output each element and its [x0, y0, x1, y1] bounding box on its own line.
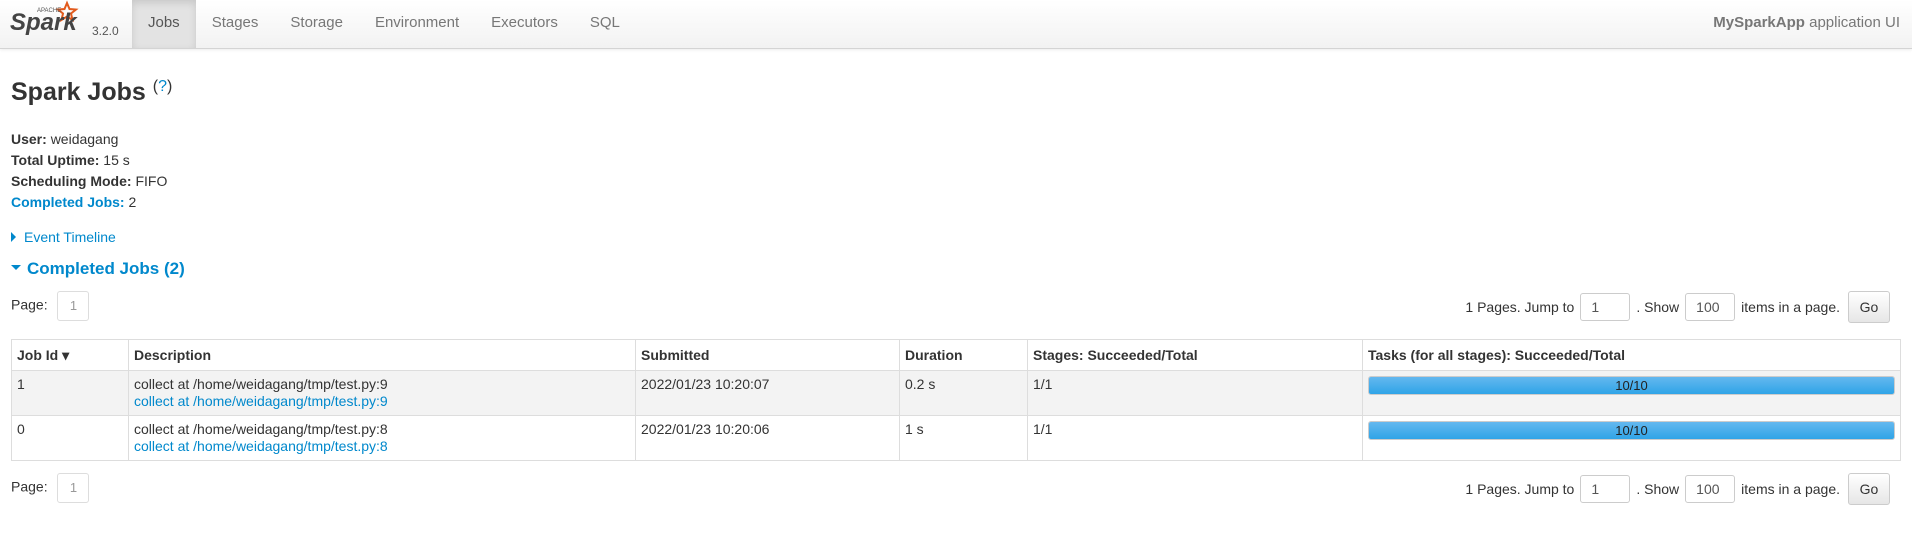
cell-description: collect at /home/weidagang/tmp/test.py:9… — [128, 370, 636, 416]
completed-jobs-title: Completed Jobs (2) — [27, 259, 185, 278]
jump-to-page-input[interactable] — [1580, 293, 1631, 321]
completed-jobs-link[interactable]: Completed Jobs: — [11, 194, 125, 210]
cell-stages: 1/1 — [1027, 370, 1363, 416]
help-tooltip: (?) — [153, 78, 173, 95]
uptime-value: 15 s — [103, 152, 130, 168]
progress-label: 10/10 — [1615, 423, 1648, 438]
help-close-paren: ) — [166, 78, 173, 95]
app-suffix: application UI — [1804, 14, 1900, 31]
progress-label: 10/10 — [1615, 378, 1648, 393]
cell-tasks: 10/10 — [1362, 415, 1901, 461]
cell-description: collect at /home/weidagang/tmp/test.py:8… — [128, 415, 636, 461]
main-content: Spark Jobs (?) User: weidagang Total Upt… — [11, 78, 1901, 507]
table-header-row: Job Id ▾ Description Submitted Duration … — [11, 339, 1901, 371]
pages-text: 1 Pages. Jump to — [1465, 299, 1575, 315]
scheduling-value: FIFO — [135, 173, 168, 189]
items-text: items in a page. — [1741, 299, 1840, 315]
uptime-label: Total Uptime: — [11, 152, 100, 168]
page-label: Page: — [11, 478, 48, 495]
tab-stages[interactable]: Stages — [196, 0, 275, 48]
cell-job-id: 1 — [11, 370, 129, 416]
header-submitted[interactable]: Submitted — [635, 339, 900, 371]
app-title: MySparkApp application UI — [1713, 0, 1900, 46]
header-job-id[interactable]: Job Id ▾ — [11, 339, 129, 371]
spark-version: 3.2.0 — [92, 24, 119, 38]
job-description-text: collect at /home/weidagang/tmp/test.py:8 — [134, 421, 388, 437]
completed-jobs-toggle[interactable]: Completed Jobs (2) — [11, 259, 1901, 279]
page-size-input[interactable] — [1685, 293, 1736, 321]
page-indicator: Page: 1 — [11, 473, 90, 503]
pager-controls: 1 Pages. Jump to . Show items in a page.… — [1465, 291, 1890, 323]
pager-bottom: Page: 1 1 Pages. Jump to . Show items in… — [11, 473, 1901, 507]
job-detail-link[interactable]: collect at /home/weidagang/tmp/test.py:8 — [134, 438, 630, 455]
caret-right-icon — [11, 232, 16, 243]
items-text: items in a page. — [1741, 481, 1840, 497]
pager-controls: 1 Pages. Jump to . Show items in a page.… — [1465, 473, 1890, 505]
nav-tabs: Jobs Stages Storage Environment Executor… — [132, 0, 636, 48]
completed-jobs-line: Completed Jobs: 2 — [11, 192, 1901, 213]
page-size-input[interactable] — [1685, 475, 1736, 503]
job-description-text: collect at /home/weidagang/tmp/test.py:9 — [134, 376, 388, 392]
user-value: weidagang — [50, 131, 119, 147]
header-stages[interactable]: Stages: Succeeded/Total — [1027, 339, 1363, 371]
user-label: User: — [11, 131, 47, 147]
page-indicator: Page: 1 — [11, 291, 90, 321]
user-line: User: weidagang — [11, 129, 1901, 150]
cell-tasks: 10/10 — [1362, 370, 1901, 416]
cell-stages: 1/1 — [1027, 415, 1363, 461]
scheduling-label: Scheduling Mode: — [11, 173, 132, 189]
cell-job-id: 0 — [11, 415, 129, 461]
page-label: Page: — [11, 296, 48, 313]
uptime-line: Total Uptime: 15 s — [11, 150, 1901, 171]
completed-jobs-count: 2 — [128, 194, 137, 210]
tasks-progress-bar: 10/10 — [1368, 376, 1895, 395]
navbar: APACHE Spark 3.2.0 Jobs Stages Storage E… — [0, 0, 1912, 49]
spark-logo-icon: APACHE Spark — [10, 0, 79, 36]
tab-environment[interactable]: Environment — [359, 0, 475, 48]
event-timeline-label: Event Timeline — [24, 229, 116, 245]
header-duration[interactable]: Duration — [899, 339, 1028, 371]
cell-duration: 0.2 s — [899, 370, 1028, 416]
tasks-progress-bar: 10/10 — [1368, 421, 1895, 440]
app-name: MySparkApp — [1713, 14, 1805, 31]
pages-text: 1 Pages. Jump to — [1465, 481, 1575, 497]
tab-storage[interactable]: Storage — [274, 0, 359, 48]
page-heading: Spark Jobs (?) — [11, 78, 1901, 107]
scheduling-line: Scheduling Mode: FIFO — [11, 171, 1901, 192]
tab-sql[interactable]: SQL — [574, 0, 636, 48]
svg-text:Spark: Spark — [10, 9, 78, 36]
go-button[interactable]: Go — [1848, 291, 1890, 323]
page-number-button[interactable]: 1 — [57, 473, 90, 503]
tab-executors[interactable]: Executors — [475, 0, 574, 48]
completed-jobs-table: Job Id ▾ Description Submitted Duration … — [11, 339, 1901, 461]
job-detail-link[interactable]: collect at /home/weidagang/tmp/test.py:9 — [134, 393, 630, 410]
page-title: Spark Jobs — [11, 78, 146, 106]
help-link[interactable]: ? — [158, 78, 167, 95]
cell-submitted: 2022/01/23 10:20:07 — [635, 370, 900, 416]
show-text: . Show — [1636, 299, 1680, 315]
table-row: 1 collect at /home/weidagang/tmp/test.py… — [11, 370, 1901, 416]
cell-submitted: 2022/01/23 10:20:06 — [635, 415, 900, 461]
table-row: 0 collect at /home/weidagang/tmp/test.py… — [11, 415, 1901, 461]
tab-jobs[interactable]: Jobs — [132, 0, 196, 48]
spark-logo[interactable]: APACHE Spark 3.2.0 — [10, 0, 122, 48]
page-number-button[interactable]: 1 — [57, 291, 90, 321]
caret-down-icon — [11, 265, 21, 271]
show-text: . Show — [1636, 481, 1680, 497]
summary-info: User: weidagang Total Uptime: 15 s Sched… — [11, 129, 1901, 213]
go-button[interactable]: Go — [1848, 473, 1890, 505]
cell-duration: 1 s — [899, 415, 1028, 461]
jump-to-page-input[interactable] — [1580, 475, 1631, 503]
event-timeline-toggle[interactable]: Event Timeline — [11, 229, 1901, 245]
header-description[interactable]: Description — [128, 339, 636, 371]
header-tasks[interactable]: Tasks (for all stages): Succeeded/Total — [1362, 339, 1901, 371]
pager-top: Page: 1 1 Pages. Jump to . Show items in… — [11, 291, 1901, 325]
